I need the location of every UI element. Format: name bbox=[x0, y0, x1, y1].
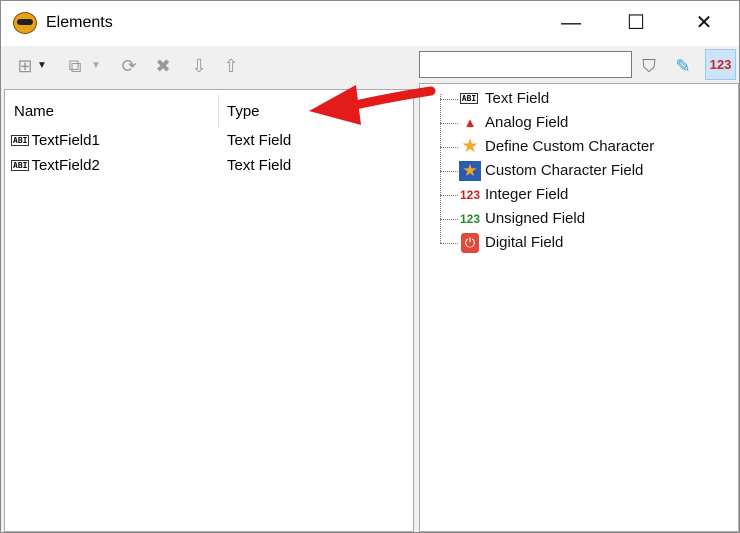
add-dropdown-chevron-icon[interactable]: ▼ bbox=[35, 54, 49, 78]
column-divider[interactable] bbox=[218, 94, 219, 128]
digital-icon: ⏻ bbox=[461, 233, 479, 253]
text-field-icon: ABI bbox=[11, 135, 30, 146]
refresh-element-icon[interactable]: ⟳ bbox=[117, 54, 141, 78]
element-types-tree: ABI Text Field ▲ Analog Field ★ Define Cust… bbox=[419, 83, 739, 532]
maximize-button[interactable]: ☐ bbox=[613, 9, 659, 37]
filter-icon[interactable]: ⛉ bbox=[637, 54, 661, 78]
title-bar: Elements — ☐ ✕ bbox=[1, 1, 739, 46]
tag-edit-icon[interactable]: ✎ bbox=[671, 54, 695, 78]
delete-element-icon[interactable]: ✖ bbox=[151, 54, 175, 78]
minimize-button[interactable]: — bbox=[548, 9, 594, 37]
move-down-icon[interactable]: ⇩ bbox=[187, 54, 211, 78]
search-input[interactable] bbox=[419, 51, 632, 78]
table-row[interactable]: ABI TextField2 Text Field bbox=[11, 157, 411, 179]
analog-field-icon: ▲ bbox=[463, 115, 477, 130]
column-type[interactable]: Type bbox=[227, 103, 260, 120]
text-field-icon: ABI bbox=[11, 160, 30, 171]
move-dropdown-chevron-icon[interactable]: ▼ bbox=[89, 54, 103, 78]
integer-icon: 123 bbox=[459, 188, 481, 202]
close-button[interactable]: ✕ bbox=[681, 9, 727, 37]
elements-list: Name Type ABI TextField1 Text Field ABI Te… bbox=[4, 89, 414, 532]
numeric-view-button[interactable]: 123 bbox=[705, 49, 736, 80]
text-field-icon: ABI bbox=[459, 93, 479, 104]
custom-star-icon: ★ bbox=[459, 161, 481, 181]
row-name: TextField1 bbox=[31, 132, 100, 149]
move-element-icon[interactable]: ⧉ bbox=[63, 54, 87, 78]
add-element-icon[interactable]: ⊞ bbox=[13, 54, 37, 78]
row-name: TextField2 bbox=[31, 157, 100, 174]
move-up-icon[interactable]: ⇧ bbox=[219, 54, 243, 78]
row-type: Text Field bbox=[227, 157, 292, 174]
column-name[interactable]: Name bbox=[14, 103, 54, 120]
app-icon bbox=[13, 12, 37, 34]
star-icon: ★ bbox=[461, 136, 479, 157]
table-row[interactable]: ABI TextField1 Text Field bbox=[11, 132, 411, 154]
elements-window: Elements — ☐ ✕ ⊞ ▼ ⧉ ▼ ⟳ ✖ ⇩ ⇧ ⛉ ✎ 123 N… bbox=[0, 0, 740, 533]
red-arrow-annotation bbox=[309, 85, 436, 125]
row-type: Text Field bbox=[227, 132, 292, 149]
window-title: Elements bbox=[46, 14, 113, 31]
unsigned-icon: 123 bbox=[459, 212, 481, 226]
